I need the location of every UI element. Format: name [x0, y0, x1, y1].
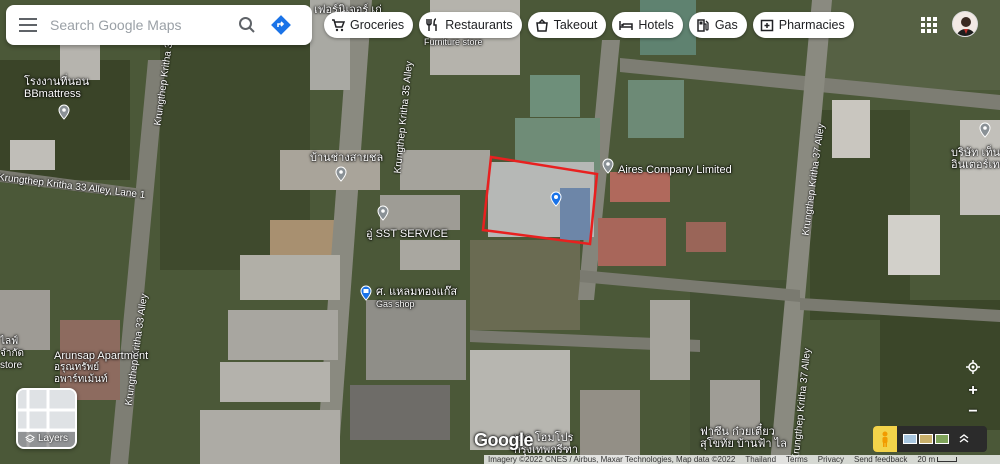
fork-knife-icon	[426, 18, 437, 31]
gas-shop-pin-icon[interactable]	[358, 285, 374, 301]
pharmacy-icon	[760, 19, 773, 32]
takeout-bag-icon	[535, 18, 548, 32]
my-location-icon	[966, 360, 980, 374]
category-chips: Groceries Restaurants Takeout Hotels Gas…	[324, 12, 854, 38]
scale-bar	[937, 457, 958, 463]
place-pin-icon[interactable]	[375, 205, 391, 221]
imagery-thumbnails[interactable]	[903, 434, 949, 444]
place-pin-icon[interactable]	[56, 104, 72, 120]
search-icon[interactable]	[230, 5, 264, 45]
selected-location-pin-icon[interactable]	[548, 191, 564, 207]
place-label-gas-shop-th[interactable]: ศ. แหลมทองแก๊ส	[376, 286, 457, 298]
place-label-ban-chang[interactable]: บ้านช่างสายชล	[310, 152, 383, 164]
place-label-lifestyle[interactable]: ไลฟ์ จำกัด store	[0, 336, 24, 372]
place-pin-icon[interactable]	[977, 122, 993, 138]
google-logo: Google	[474, 430, 534, 450]
search-box	[6, 5, 312, 45]
my-location-button[interactable]	[962, 356, 984, 378]
place-label-aires[interactable]: Aires Company Limited	[618, 164, 732, 176]
menu-icon[interactable]	[6, 5, 50, 45]
chip-takeout[interactable]: Takeout	[527, 12, 607, 38]
chip-label: Groceries	[350, 18, 405, 32]
chip-label: Restaurants	[445, 18, 513, 32]
pegman-icon[interactable]	[873, 426, 897, 452]
place-label-bbmattress[interactable]: โรงงานที่นอน BBmattress	[24, 76, 89, 100]
bed-icon	[619, 21, 634, 30]
chip-pharmacies[interactable]: Pharmacies	[752, 12, 854, 38]
layers-button[interactable]: Layers	[16, 388, 77, 449]
country-link[interactable]: Thailand	[745, 455, 776, 464]
terms-link[interactable]: Terms	[786, 455, 808, 464]
scale-indicator[interactable]: 20 m	[917, 455, 958, 464]
zoom-in-button[interactable]: +	[962, 380, 984, 402]
chip-gas[interactable]: Gas	[688, 12, 747, 38]
place-label-bottom-right[interactable]: ฟาซึน ก๋วยเตี๋ยว สุโขทัย บ้านฟ้า ไล	[700, 426, 787, 450]
satellite-imagery[interactable]	[0, 0, 1000, 464]
directions-icon[interactable]	[264, 5, 298, 45]
search-input[interactable]	[50, 17, 230, 33]
place-label-arunsap-th[interactable]: อรุณทรัพย์ อพาร์ทเม้นท์	[54, 362, 108, 386]
chip-restaurants[interactable]: Restaurants	[419, 12, 522, 38]
imagery-attribution: Imagery ©2022 CNES / Airbus, Maxar Techn…	[488, 455, 736, 464]
chip-label: Hotels	[638, 18, 674, 32]
place-label-arunsap[interactable]: Arunsap Apartment	[54, 350, 148, 362]
expand-icon[interactable]	[959, 432, 969, 446]
map-footer: Imagery ©2022 CNES / Airbus, Maxar Techn…	[484, 455, 1000, 464]
cart-icon	[332, 19, 345, 32]
chip-groceries[interactable]: Groceries	[324, 12, 414, 38]
place-pin-icon[interactable]	[333, 166, 349, 182]
scale-label: 20 m	[917, 455, 936, 464]
chip-hotels[interactable]: Hotels	[612, 12, 683, 38]
place-pin-icon[interactable]	[600, 158, 616, 174]
place-label-sst[interactable]: อู่ SST SERVICE	[366, 228, 448, 240]
send-feedback-link[interactable]: Send feedback	[854, 455, 907, 464]
layers-label: Layers	[37, 433, 68, 444]
satellite-map[interactable]: Krungthep Kritha 35 Alley Krungthep Krit…	[0, 0, 1000, 464]
privacy-link[interactable]: Privacy	[818, 455, 844, 464]
chip-label: Gas	[714, 18, 738, 32]
chip-label: Takeout	[553, 18, 598, 32]
layers-icon	[25, 433, 35, 443]
google-apps-icon[interactable]	[918, 14, 940, 36]
place-label-company-th[interactable]: บริษัท เท็นมิลเลี่ยน อินเตอร์เทรดดิ้ง	[951, 147, 1000, 171]
street-view-controls	[873, 426, 987, 452]
avatar[interactable]	[952, 11, 978, 37]
zoom-out-button[interactable]: −	[962, 401, 984, 423]
place-label-gas-shop[interactable]: Gas shop	[376, 298, 415, 310]
chip-label: Pharmacies	[778, 18, 845, 32]
gas-pump-icon	[697, 19, 709, 32]
